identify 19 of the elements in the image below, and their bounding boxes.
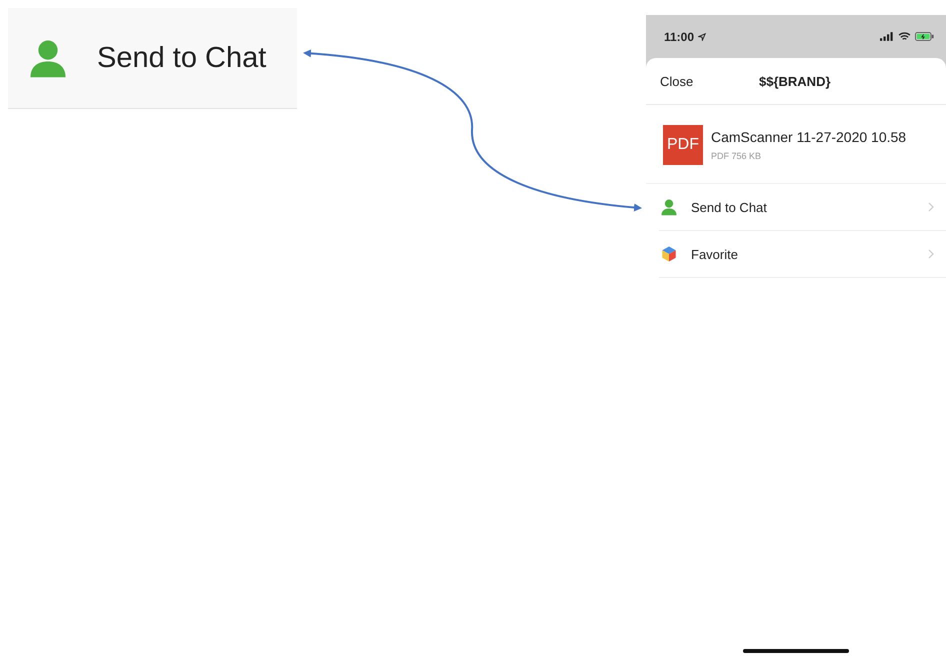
person-icon bbox=[659, 198, 679, 216]
status-time: 11:00 bbox=[664, 30, 694, 44]
location-arrow-icon bbox=[698, 32, 706, 40]
pdf-file-icon: PDF bbox=[663, 125, 703, 165]
file-size: PDF 756 KB bbox=[711, 151, 762, 161]
action-row[interactable]: Send to Chat bbox=[659, 184, 946, 231]
file-name: CamScanner 11-27-2020 10.58 bbox=[711, 129, 906, 145]
signal-icon bbox=[880, 32, 894, 41]
wifi-icon bbox=[898, 32, 911, 41]
cube-icon bbox=[659, 245, 679, 263]
chevron-icon bbox=[928, 249, 934, 259]
sheet-title: $${BRAND} bbox=[759, 74, 831, 88]
action-row[interactable]: Favorite bbox=[659, 231, 946, 278]
battery-icon bbox=[915, 32, 934, 41]
chevron-icon bbox=[928, 202, 934, 212]
row-label: Send to Chat bbox=[97, 42, 266, 74]
action-label: Send to Chat bbox=[691, 200, 768, 214]
action-label: Favorite bbox=[691, 246, 739, 262]
close-button[interactable]: Close bbox=[660, 74, 759, 88]
